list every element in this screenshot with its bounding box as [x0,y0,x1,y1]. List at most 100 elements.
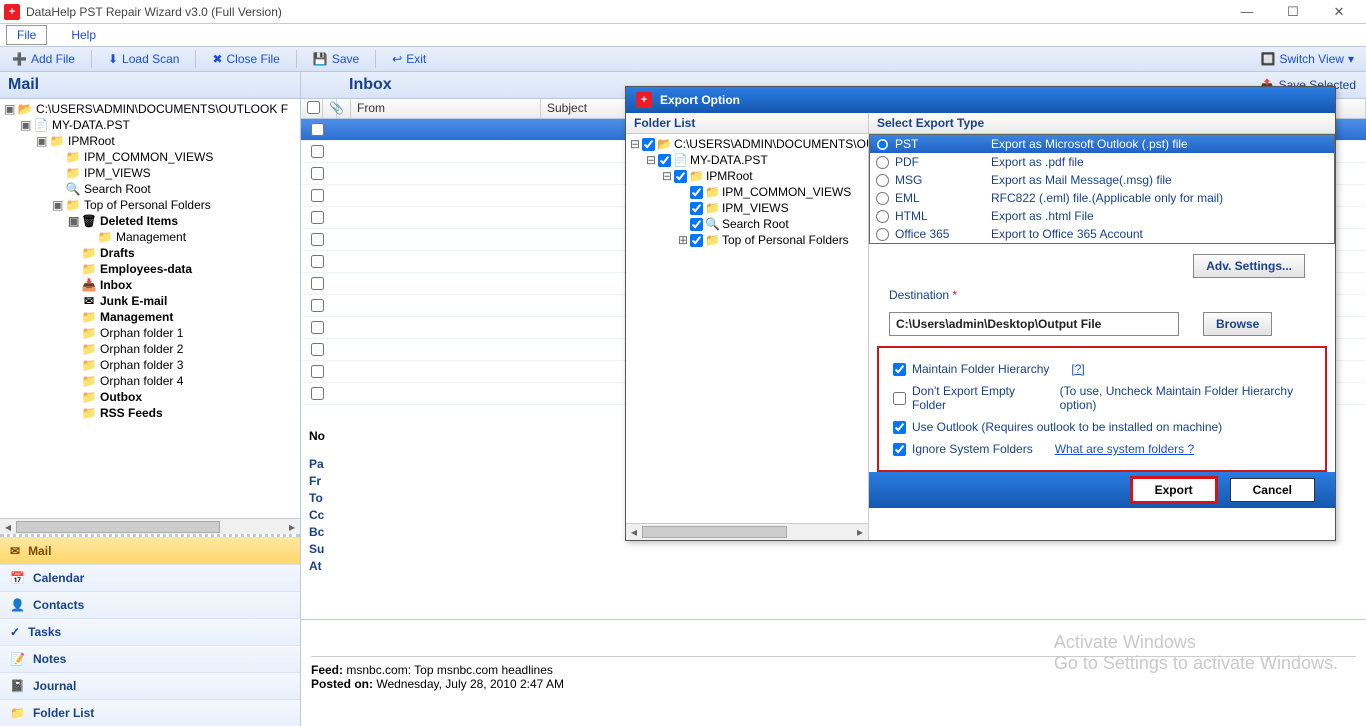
switch-view-button[interactable]: Switch View ▾ [1255,50,1360,68]
tree-item[interactable]: RSS Feeds [4,405,296,421]
tree-item[interactable]: Drafts [4,245,296,261]
browse-button[interactable]: Browse [1203,312,1272,336]
no-preview-label: No [309,429,325,443]
tree-item[interactable]: IPM_VIEWS [4,165,296,181]
dialog-horizontal-scrollbar[interactable]: ◂▸ [626,524,868,540]
horizontal-scrollbar[interactable]: ◂▸ [0,518,300,534]
maintain-hierarchy-checkbox[interactable] [893,363,906,376]
export-type-eml[interactable]: EMLRFC822 (.eml) file.(Applicable only f… [870,189,1334,207]
export-type-radio[interactable] [876,210,889,223]
plus-icon [12,52,27,66]
row-checkbox[interactable] [311,211,324,224]
dialog-tree-item[interactable]: IPM_COMMON_VIEWS [630,184,864,200]
close-button[interactable]: ✕ [1316,4,1362,20]
export-type-html[interactable]: HTMLExport as .html File [870,207,1334,225]
select-all-checkbox[interactable] [307,101,320,114]
close-file-button[interactable]: Close File [206,50,285,68]
export-type-office-365[interactable]: Office 365Export to Office 365 Account [870,225,1334,243]
attachment-col-icon[interactable]: 📎 [323,99,337,118]
dialog-tree-item[interactable]: ⊟MY-DATA.PST [630,152,864,168]
row-checkbox[interactable] [311,145,324,158]
tree-checkbox[interactable] [642,138,655,151]
help-link[interactable]: [?] [1071,362,1084,376]
col-from[interactable]: From [351,99,541,118]
maximize-button[interactable]: ☐ [1270,4,1316,20]
export-type-radio[interactable] [876,156,889,169]
destination-input[interactable] [889,312,1179,336]
tree-item[interactable]: ▣IPMRoot [4,133,296,149]
row-checkbox[interactable] [311,387,324,400]
row-checkbox[interactable] [311,255,324,268]
export-type-radio[interactable] [876,138,889,151]
nav-tasks[interactable]: Tasks [0,618,300,645]
export-button[interactable]: Export [1132,478,1216,502]
save-button[interactable]: Save [307,50,365,68]
nav-notes[interactable]: Notes [0,645,300,672]
tree-item[interactable]: Search Root [4,181,296,197]
row-checkbox[interactable] [311,233,324,246]
folder-icon [65,198,81,212]
tree-item[interactable]: Junk E-mail [4,293,296,309]
system-folders-link[interactable]: What are system folders ? [1055,442,1194,456]
separator [375,50,376,68]
export-type-radio[interactable] [876,228,889,241]
row-checkbox[interactable] [311,365,324,378]
tree-item[interactable]: Inbox [4,277,296,293]
tree-item[interactable]: Orphan folder 4 [4,373,296,389]
add-file-button[interactable]: Add File [6,50,81,68]
row-checkbox[interactable] [311,277,324,290]
export-type-pdf[interactable]: PDFExport as .pdf file [870,153,1334,171]
nav-calendar[interactable]: Calendar [0,564,300,591]
dont-export-empty-checkbox[interactable] [893,392,906,405]
tree-checkbox[interactable] [674,170,687,183]
tree-checkbox[interactable] [690,218,703,231]
tree-item[interactable]: IPM_COMMON_VIEWS [4,149,296,165]
dialog-folder-tree[interactable]: ⊟C:\USERS\ADMIN\DOCUMENTS\OUT⊟MY-DATA.PS… [626,134,868,524]
minimize-button[interactable]: — [1224,4,1270,20]
menu-help[interactable]: Help [61,26,106,44]
exit-button[interactable]: Exit [386,50,432,68]
load-scan-button[interactable]: Load Scan [102,50,185,68]
export-type-radio[interactable] [876,192,889,205]
tree-item[interactable]: ▣MY-DATA.PST [4,117,296,133]
tree-item[interactable]: Orphan folder 3 [4,357,296,373]
tree-item[interactable]: Management [4,309,296,325]
nav-contacts[interactable]: Contacts [0,591,300,618]
dialog-tree-item[interactable]: ⊟IPMRoot [630,168,864,184]
tree-item[interactable]: Outbox [4,389,296,405]
dialog-tree-item[interactable]: ⊞Top of Personal Folders [630,232,864,248]
tree-item[interactable]: Orphan folder 1 [4,325,296,341]
row-checkbox[interactable] [311,321,324,334]
ignore-system-checkbox[interactable] [893,443,906,456]
export-type-msg[interactable]: MSGExport as Mail Message(.msg) file [870,171,1334,189]
tree-item[interactable]: ▣Top of Personal Folders [4,197,296,213]
row-checkbox[interactable] [311,123,324,136]
nav-folder-list[interactable]: Folder List [0,699,300,726]
row-checkbox[interactable] [311,167,324,180]
use-outlook-checkbox[interactable] [893,421,906,434]
dialog-tree-item[interactable]: Search Root [630,216,864,232]
tree-item[interactable]: Employees-data [4,261,296,277]
tree-item[interactable]: ▣Deleted Items [4,213,296,229]
row-checkbox[interactable] [311,299,324,312]
tree-item[interactable]: ▣C:\USERS\ADMIN\DOCUMENTS\OUTLOOK F [4,101,296,117]
dialog-tree-item[interactable]: IPM_VIEWS [630,200,864,216]
export-type-radio[interactable] [876,174,889,187]
nav-journal[interactable]: Journal [0,672,300,699]
menu-file[interactable]: File [6,25,47,45]
cancel-button[interactable]: Cancel [1230,478,1315,502]
nav-mail[interactable]: Mail [0,537,300,564]
tree-checkbox[interactable] [658,154,671,167]
export-type-pst[interactable]: PSTExport as Microsoft Outlook (.pst) fi… [870,135,1334,153]
tree-checkbox[interactable] [690,186,703,199]
row-checkbox[interactable] [311,343,324,356]
folder-tree[interactable]: ▣C:\USERS\ADMIN\DOCUMENTS\OUTLOOK F▣MY-D… [0,99,300,518]
adv-settings-button[interactable]: Adv. Settings... [1193,254,1305,278]
row-checkbox[interactable] [311,189,324,202]
tree-item[interactable]: Orphan folder 2 [4,341,296,357]
tree-checkbox[interactable] [690,234,703,247]
priority-col-icon[interactable] [337,99,351,118]
tree-checkbox[interactable] [690,202,703,215]
tree-item[interactable]: Management [4,229,296,245]
dialog-tree-item[interactable]: ⊟C:\USERS\ADMIN\DOCUMENTS\OUT [630,136,864,152]
